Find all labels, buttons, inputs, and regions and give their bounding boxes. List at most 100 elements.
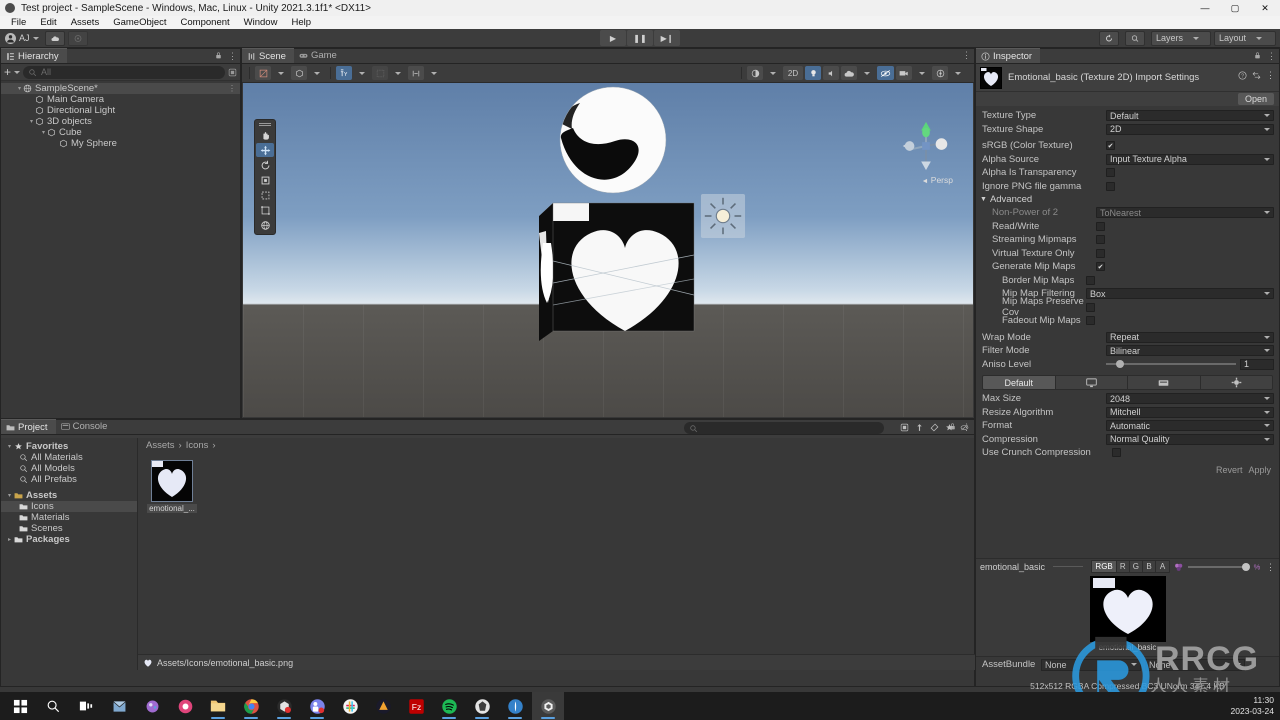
aniso-level-input[interactable]: 1 — [1240, 358, 1274, 370]
draw-mode-dropdown[interactable] — [309, 66, 325, 80]
close-button[interactable]: ✕ — [1250, 0, 1280, 16]
lock-icon[interactable] — [1253, 51, 1262, 60]
virtual-texture-only-checkbox[interactable] — [1096, 248, 1105, 258]
grid-axis-button[interactable]: Y — [336, 66, 352, 80]
tree-item-assets[interactable]: ▾ Assets — [1, 490, 137, 501]
tree-item-scenes[interactable]: Scenes — [1, 523, 137, 534]
field-resize-algorithm[interactable]: Resize Algorithm Mitchell — [976, 406, 1279, 420]
shading-mode-button[interactable] — [255, 66, 271, 80]
fadeout-mip-maps-checkbox[interactable] — [1086, 316, 1095, 326]
read-write-checkbox[interactable] — [1096, 221, 1105, 231]
aniso-level-knob[interactable] — [1116, 360, 1125, 369]
channel-g-button[interactable]: G — [1129, 561, 1143, 572]
texture-shape-dropdown[interactable]: 2D — [1106, 123, 1274, 135]
2d-toggle-button[interactable]: 2D — [783, 66, 803, 80]
app-obsidian[interactable] — [466, 692, 498, 720]
field-alpha-source[interactable]: Alpha Source Input Texture Alpha — [976, 153, 1279, 167]
platform-tab-default[interactable]: Default — [983, 376, 1056, 389]
filter-by-label-icon[interactable] — [930, 423, 939, 432]
scene-viewport[interactable]: ◄ Persp — [243, 83, 973, 417]
minimize-button[interactable]: — — [1190, 0, 1220, 16]
tree-item-all-models[interactable]: All Models — [1, 463, 137, 474]
chevron-down-icon[interactable] — [14, 70, 21, 74]
menu-file[interactable]: File — [4, 16, 33, 29]
app-teams[interactable] — [301, 692, 333, 720]
platform-tab-android[interactable] — [1200, 376, 1272, 389]
fx-dropdown[interactable] — [765, 66, 781, 80]
channel-rgb-button[interactable]: RGB — [1092, 561, 1117, 572]
field-texture-type[interactable]: Texture Type Default — [976, 109, 1279, 123]
tree-item-all-materials[interactable]: All Materials — [1, 452, 137, 463]
grid-axis-dropdown[interactable] — [354, 66, 370, 80]
tab-game[interactable]: Game — [294, 48, 345, 63]
help-icon[interactable]: ? — [1238, 71, 1247, 80]
tab-scene[interactable]: Scene — [242, 48, 294, 63]
channel-a-button[interactable]: A — [1156, 561, 1169, 572]
taskbar-clock[interactable]: 11:30 2023-03-24 — [1231, 695, 1274, 717]
alpha-is-transparency-checkbox[interactable] — [1106, 168, 1115, 178]
project-content-area[interactable]: Assets › Icons › emotional_... Assets/Ic… — [138, 438, 1111, 670]
tab-inspector[interactable]: Inspector — [976, 48, 1041, 63]
hierarchy-search-input[interactable]: All — [23, 65, 225, 79]
filter-by-type-icon[interactable] — [915, 423, 924, 432]
fx-toggle-button[interactable] — [747, 66, 763, 80]
audio-toggle-button[interactable] — [823, 66, 839, 80]
revert-button[interactable]: Revert — [1216, 465, 1243, 475]
compression-dropdown[interactable]: Normal Quality — [1106, 433, 1274, 445]
scene-orientation-gizmo[interactable] — [897, 117, 955, 175]
camera-dropdown[interactable] — [914, 66, 930, 80]
effects-toggle-button[interactable] — [841, 66, 857, 80]
hand-tool-button[interactable] — [256, 128, 274, 142]
maximize-button[interactable]: ▢ — [1220, 0, 1250, 16]
app-recorder[interactable] — [169, 692, 201, 720]
move-tool-button[interactable] — [256, 143, 274, 157]
play-button[interactable]: ▶ — [600, 30, 626, 46]
inspector-context-menu-icon[interactable]: ⋮ — [1266, 71, 1275, 80]
shading-mode-dropdown[interactable] — [273, 66, 289, 80]
disclosure-arrow[interactable]: ▾ — [5, 492, 14, 499]
toolbar-drag-handle[interactable] — [259, 122, 271, 127]
gizmos-dropdown[interactable] — [950, 66, 966, 80]
search-button[interactable] — [37, 692, 69, 720]
eye-slash-icon[interactable] — [960, 423, 969, 432]
mip-level-knob[interactable] — [1242, 562, 1250, 571]
app-spotify[interactable] — [433, 692, 465, 720]
hierarchy-row-menu-icon[interactable]: ⋮ — [228, 84, 236, 93]
channel-r-button[interactable]: R — [1116, 561, 1130, 572]
search-in-packages-icon[interactable] — [900, 423, 909, 432]
generate-mip-maps-checkbox[interactable]: ✔ — [1096, 262, 1105, 272]
tree-item-all-prefabs[interactable]: All Prefabs — [1, 474, 137, 485]
tab-hierarchy[interactable]: Hierarchy — [1, 48, 67, 63]
srgb-checkbox[interactable]: ✔ — [1106, 141, 1115, 151]
preview-menu-icon[interactable]: ⋮ — [1266, 562, 1275, 571]
menu-window[interactable]: Window — [237, 16, 285, 29]
wrap-mode-dropdown[interactable]: Repeat — [1106, 331, 1274, 343]
hierarchy-row-cube[interactable]: ▾ Cube — [1, 127, 240, 138]
border-mip-maps-checkbox[interactable] — [1086, 275, 1095, 285]
field-wrap-mode[interactable]: Wrap Mode Repeat — [976, 331, 1279, 345]
menu-help[interactable]: Help — [284, 16, 318, 29]
disclosure-arrow[interactable]: ▾ — [27, 118, 36, 125]
hierarchy-row-my-sphere[interactable]: My Sphere — [1, 138, 240, 149]
custom-editor-tool-button[interactable] — [256, 218, 274, 232]
app-slack[interactable] — [334, 692, 366, 720]
mip-maps-preserve-coverage-checkbox[interactable] — [1086, 302, 1095, 312]
assetbundle-name-dropdown[interactable]: None — [1041, 658, 1141, 671]
app-filezilla[interactable]: Fz — [400, 692, 432, 720]
max-size-dropdown[interactable]: 2048 — [1106, 393, 1274, 405]
format-dropdown[interactable]: Automatic — [1106, 420, 1274, 432]
scene-projection-label[interactable]: ◄ Persp — [921, 175, 953, 185]
open-button[interactable]: Open — [1237, 93, 1274, 105]
step-button[interactable]: ▶❙ — [654, 30, 680, 46]
effects-dropdown[interactable] — [859, 66, 875, 80]
pause-button[interactable]: ❚❚ — [627, 30, 653, 46]
services-button[interactable] — [67, 30, 88, 46]
hierarchy-menu-icon[interactable]: ⋮ — [228, 51, 237, 60]
app-krita[interactable] — [499, 692, 531, 720]
snap-increment-button[interactable] — [408, 66, 424, 80]
mip-map-filtering-dropdown[interactable]: Box — [1086, 288, 1274, 300]
rotate-tool-button[interactable] — [256, 158, 274, 172]
alpha-percentage-icon[interactable]: % — [1252, 562, 1262, 572]
preset-icon[interactable] — [1252, 71, 1261, 80]
non-power-of-2-dropdown[interactable]: ToNearest — [1096, 207, 1274, 219]
